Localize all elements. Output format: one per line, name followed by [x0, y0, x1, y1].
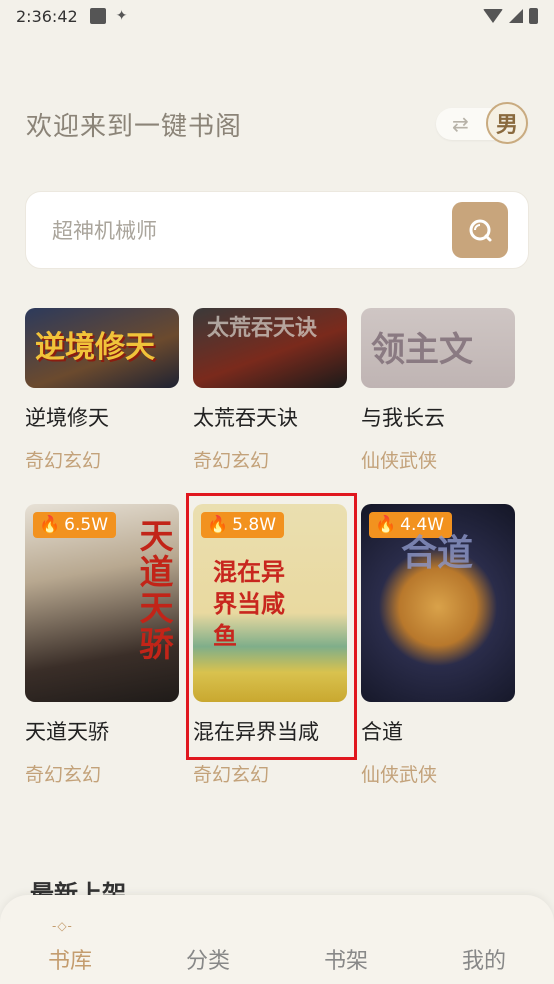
book-card[interactable]: 🔥 4.4W 合道 合道 仙侠武侠: [361, 504, 517, 787]
hot-badge: 🔥 6.5W: [33, 512, 117, 538]
book-title[interactable]: 合道: [361, 716, 517, 746]
welcome-title: 欢迎来到一键书阁: [26, 111, 243, 142]
cover-title: 混在异界当咸鱼: [213, 557, 285, 650]
cover-title: 领主文: [371, 330, 473, 370]
hot-count: 5.8W: [232, 515, 277, 535]
book-grid: 逆境修天 逆境修天 奇幻玄幻 太荒吞天诀 太荒吞天诀 奇幻玄幻 领主文 与我长云…: [0, 308, 554, 908]
gender-badge: 男: [486, 102, 528, 144]
wifi-icon: [483, 9, 503, 23]
search-icon: [469, 219, 492, 242]
signal-icon: [509, 9, 523, 23]
book-genre: 奇幻玄幻: [25, 450, 102, 472]
hot-count: 6.5W: [64, 515, 109, 535]
search-input[interactable]: 超神机械师: [52, 215, 157, 245]
book-card[interactable]: 🔥 6.5W 天道天骄 天道天骄 奇幻玄幻: [25, 504, 181, 787]
book-card[interactable]: 太荒吞天诀 太荒吞天诀 奇幻玄幻: [193, 308, 349, 473]
book-genre: 奇幻玄幻: [25, 764, 102, 786]
tab-mine[interactable]: 我的: [444, 943, 524, 975]
swap-icon: ⇄: [452, 112, 469, 136]
flame-icon: 🔥: [207, 515, 229, 535]
book-cover[interactable]: 太荒吞天诀: [193, 308, 347, 388]
book-cover[interactable]: 领主文: [361, 308, 515, 388]
book-genre: 奇幻玄幻: [193, 764, 270, 786]
tab-category[interactable]: 分类: [168, 943, 248, 975]
search-box[interactable]: 超神机械师: [25, 191, 529, 269]
status-bar: 2:36:42 ✦: [0, 0, 554, 32]
search-button[interactable]: [452, 202, 508, 258]
cover-title: 天道天骄: [133, 518, 173, 662]
book-title[interactable]: 太荒吞天诀: [193, 402, 349, 432]
status-time: 2:36:42: [16, 6, 78, 26]
book-genre: 仙侠武侠: [361, 764, 438, 786]
book-cover[interactable]: 🔥 4.4W 合道: [361, 504, 515, 702]
tab-bookshelf[interactable]: 书架: [306, 943, 386, 975]
book-cover[interactable]: 🔥 6.5W 天道天骄: [25, 504, 179, 702]
cover-title: 合道: [401, 532, 474, 574]
bottom-tab-bar: -◇- 书库 分类 书架 我的: [0, 895, 554, 984]
gender-toggle[interactable]: ⇄ 男: [436, 102, 528, 144]
cover-title: 太荒吞天诀: [207, 315, 318, 341]
header: 欢迎来到一键书阁 ⇄ 男: [26, 102, 528, 144]
book-genre: 仙侠武侠: [361, 450, 438, 472]
tab-library[interactable]: 书库: [30, 943, 110, 975]
book-genre: 奇幻玄幻: [193, 450, 270, 472]
book-cover[interactable]: 逆境修天: [25, 308, 179, 388]
battery-icon: [529, 8, 538, 24]
book-title[interactable]: 混在异界当咸: [193, 716, 349, 746]
book-title[interactable]: 逆境修天: [25, 402, 181, 432]
book-card[interactable]: 逆境修天 逆境修天 奇幻玄幻: [25, 308, 181, 473]
book-cover[interactable]: 🔥 5.8W 混在异界当咸鱼: [193, 504, 347, 702]
active-tab-indicator: -◇-: [52, 919, 73, 933]
flame-icon: 🔥: [39, 515, 61, 535]
cover-title: 逆境修天: [35, 330, 155, 365]
notification-icon: [89, 8, 106, 24]
book-card[interactable]: 领主文 与我长云 仙侠武侠: [361, 308, 517, 473]
book-title[interactable]: 天道天骄: [25, 716, 181, 746]
book-card[interactable]: 🔥 5.8W 混在异界当咸鱼 混在异界当咸 奇幻玄幻: [193, 504, 349, 787]
sync-icon: ✦: [115, 8, 128, 24]
hot-badge: 🔥 5.8W: [201, 512, 285, 538]
book-title[interactable]: 与我长云: [361, 402, 517, 432]
flame-icon: 🔥: [375, 515, 397, 535]
